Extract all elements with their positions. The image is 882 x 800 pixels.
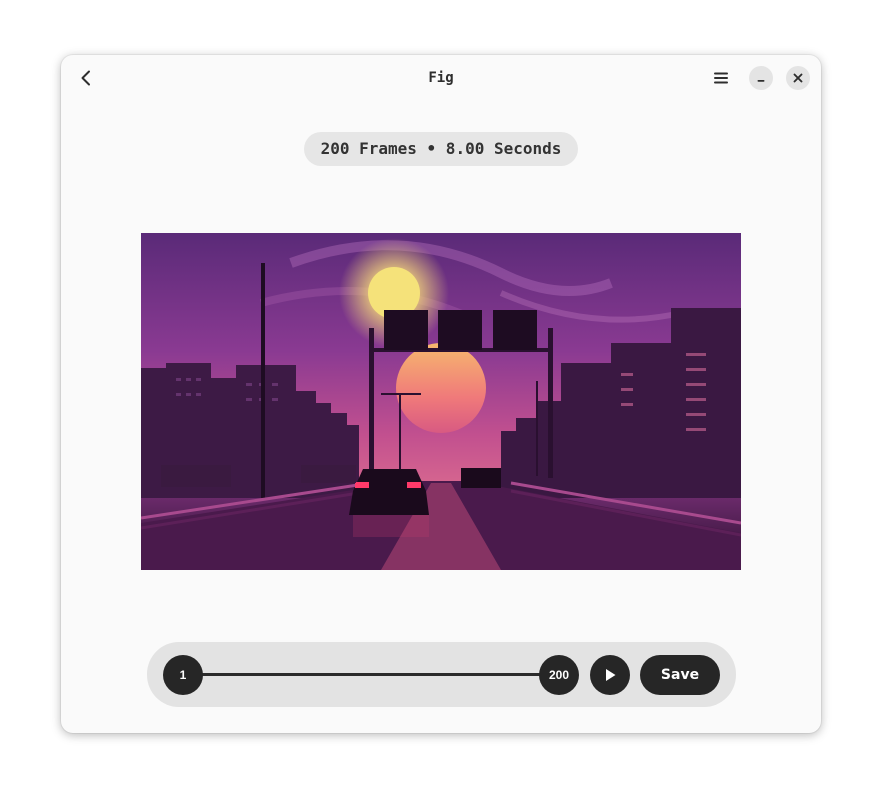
close-icon — [793, 73, 803, 83]
header-bar: Fig — [61, 55, 821, 101]
app-window: Fig 200 Frames • 8.00 Seconds 1 200 Save — [61, 55, 821, 733]
trim-start-handle[interactable]: 1 — [163, 655, 203, 695]
play-icon — [606, 669, 616, 681]
minimize-button[interactable] — [749, 66, 773, 90]
back-button[interactable] — [71, 63, 101, 93]
main-menu-button[interactable] — [706, 63, 736, 93]
play-button[interactable] — [590, 655, 630, 695]
trim-end-handle[interactable]: 200 — [539, 655, 579, 695]
trim-slider-track[interactable] — [183, 673, 561, 676]
hamburger-menu-icon — [714, 72, 728, 84]
minimize-icon — [757, 80, 765, 82]
back-arrow-icon — [81, 70, 90, 86]
gif-preview-image — [141, 233, 741, 570]
trim-controls-bar: 1 200 Save — [147, 642, 736, 707]
gif-info-badge: 200 Frames • 8.00 Seconds — [304, 132, 578, 166]
close-button[interactable] — [786, 66, 810, 90]
save-button[interactable]: Save — [640, 655, 720, 695]
